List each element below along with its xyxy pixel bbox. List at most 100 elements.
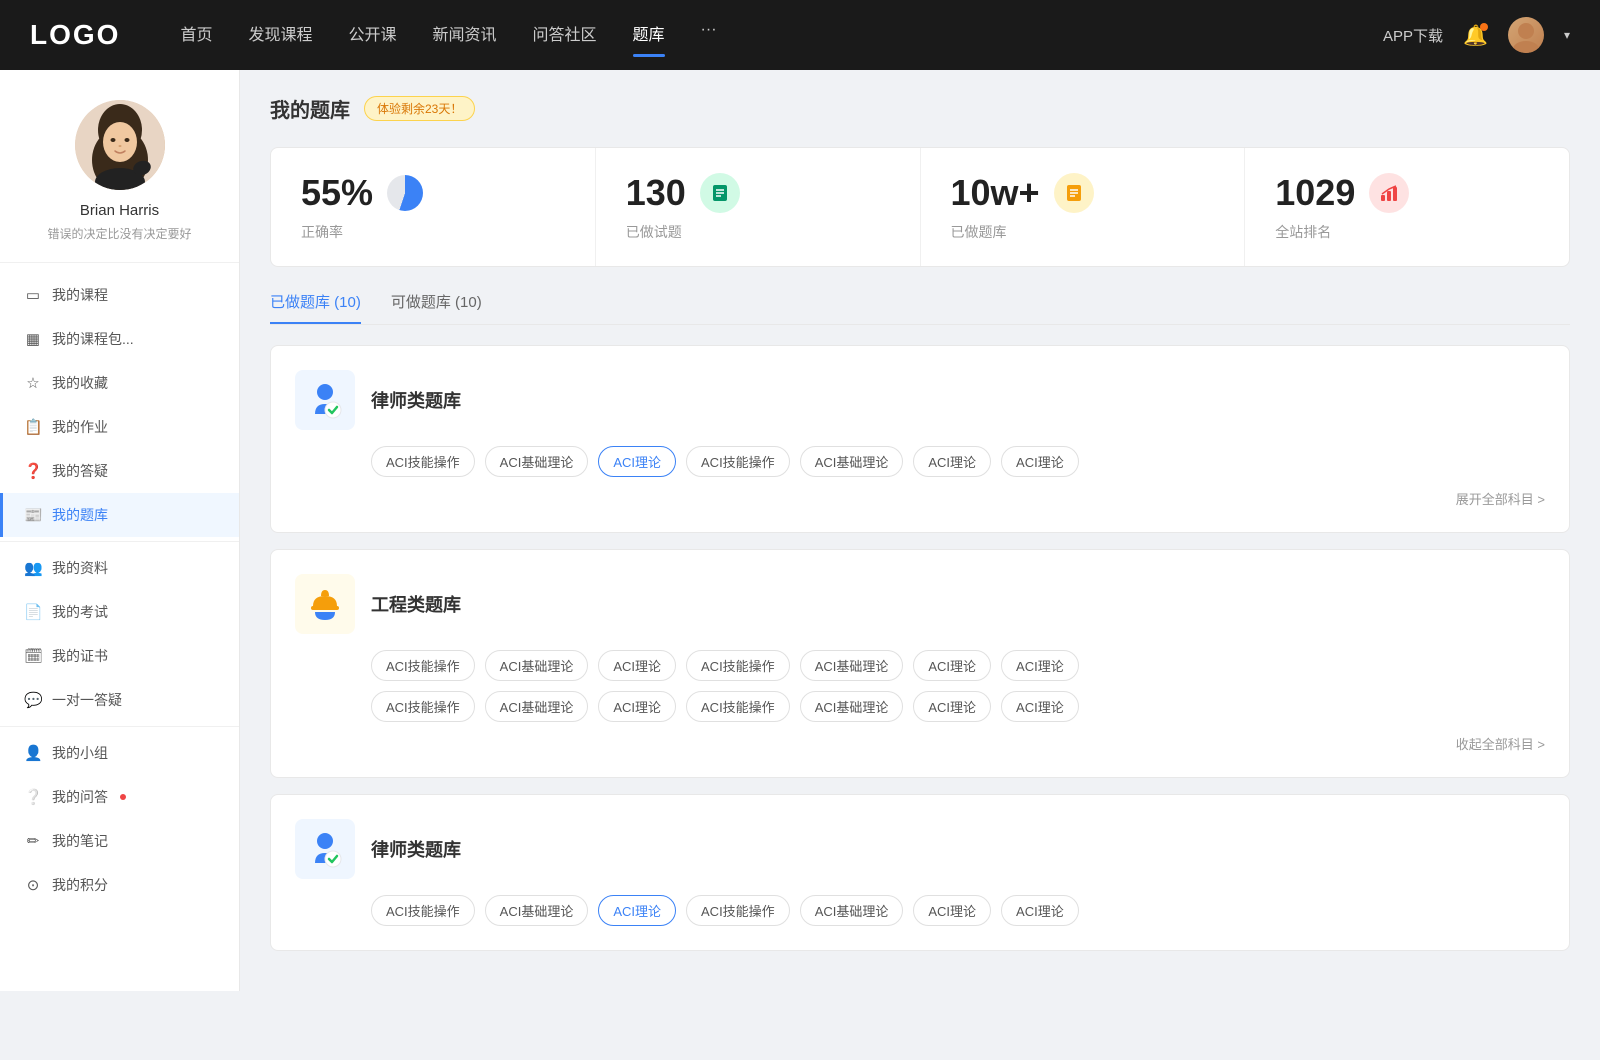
sidebar-item-quiz-bank[interactable]: 📰 我的题库 — [0, 493, 239, 537]
user-menu-chevron-icon[interactable]: ▾ — [1564, 28, 1570, 42]
quiz-bank-icon: 📰 — [24, 506, 42, 524]
sidebar-item-favorites[interactable]: ☆ 我的收藏 — [0, 361, 239, 405]
exams-icon: 📄 — [24, 603, 42, 621]
avatar-initials — [1508, 17, 1544, 53]
main-content: 我的题库 体验剩余23天！ 55% 正确率 130 已做试题 — [240, 70, 1600, 991]
tab-available-banks[interactable]: 可做题库 (10) — [391, 291, 482, 324]
notification-bell-icon[interactable]: 🔔 — [1463, 23, 1488, 48]
sidebar: Brian Harris 错误的决定比没有决定要好 ▭ 我的课程 ▦ 我的课程包… — [0, 70, 240, 991]
stats-row: 55% 正确率 130 已做试题 10w+ — [270, 147, 1570, 267]
bank-tag[interactable]: ACI基础理论 — [485, 895, 589, 926]
bank-icon-engineering — [295, 574, 355, 634]
nav-home[interactable]: 首页 — [180, 21, 212, 49]
sidebar-item-label: 我的作业 — [52, 417, 108, 437]
bank-tag[interactable]: ACI基础理论 — [485, 650, 589, 681]
bank-tag[interactable]: ACI理论 — [598, 691, 676, 722]
bank-card-header-lawyer-2: 律师类题库 — [295, 819, 1545, 879]
sidebar-item-label: 我的笔记 — [52, 831, 108, 851]
ranking-icon — [1369, 173, 1409, 213]
bank-tag[interactable]: ACI基础理论 — [485, 691, 589, 722]
nav-right: APP下载 🔔 ▾ — [1383, 17, 1570, 53]
navbar: LOGO 首页 发现课程 公开课 新闻资讯 问答社区 题库 ··· APP下载 … — [0, 0, 1600, 70]
sidebar-item-my-courses[interactable]: ▭ 我的课程 — [0, 273, 239, 317]
avatar[interactable] — [1508, 17, 1544, 53]
sidebar-item-materials[interactable]: 👥 我的资料 — [0, 546, 239, 590]
bank-tag[interactable]: ACI技能操作 — [686, 895, 790, 926]
bank-tag[interactable]: ACI理论 — [913, 895, 991, 926]
bank-title-engineering: 工程类题库 — [371, 591, 461, 617]
logo: LOGO — [30, 19, 120, 51]
stat-accuracy-label: 正确率 — [301, 222, 565, 242]
nav-news[interactable]: 新闻资讯 — [433, 21, 497, 49]
bank-tag[interactable]: ACI理论 — [1001, 650, 1079, 681]
bank-tag[interactable]: ACI技能操作 — [371, 691, 475, 722]
bank-tag[interactable]: ACI理论 — [1001, 691, 1079, 722]
accuracy-pie-chart — [387, 175, 423, 211]
bank-tag[interactable]: ACI理论 — [913, 691, 991, 722]
sidebar-item-label: 我的题库 — [52, 505, 108, 525]
my-qa-icon: ❔ — [24, 788, 42, 806]
bank-tag[interactable]: ACI理论 — [1001, 446, 1079, 477]
stat-accuracy: 55% 正确率 — [271, 148, 596, 266]
points-icon: ⊙ — [24, 876, 42, 894]
bank-tag[interactable]: ACI基础理论 — [800, 446, 904, 477]
sidebar-item-course-packages[interactable]: ▦ 我的课程包... — [0, 317, 239, 361]
stat-top: 55% — [301, 172, 565, 214]
bank-icon-lawyer — [295, 370, 355, 430]
groups-icon: 👤 — [24, 744, 42, 762]
sidebar-item-exams[interactable]: 📄 我的考试 — [0, 590, 239, 634]
bank-tag[interactable]: ACI技能操作 — [686, 650, 790, 681]
sidebar-item-label: 我的小组 — [52, 743, 108, 763]
stat-accuracy-value: 55% — [301, 172, 373, 214]
sidebar-item-points[interactable]: ⊙ 我的积分 — [0, 863, 239, 907]
bank-tag[interactable]: ACI技能操作 — [371, 446, 475, 477]
stat-top-2: 130 — [626, 172, 890, 214]
bank-tag[interactable]: ACI技能操作 — [371, 895, 475, 926]
profile-name: Brian Harris — [20, 202, 219, 219]
nav-qa[interactable]: 问答社区 — [533, 21, 597, 49]
nav-links: 首页 发现课程 公开课 新闻资讯 问答社区 题库 ··· — [180, 21, 1383, 49]
sidebar-item-my-qa[interactable]: ❔ 我的问答 — [0, 775, 239, 819]
nav-open-course[interactable]: 公开课 — [348, 21, 396, 49]
sidebar-item-label: 我的积分 — [52, 875, 108, 895]
sidebar-item-questions[interactable]: ❓ 我的答疑 — [0, 449, 239, 493]
collapse-link-engineering[interactable]: 收起全部科目 > — [1456, 734, 1545, 753]
sidebar-item-certificates[interactable]: 🗓 我的证书 — [0, 634, 239, 678]
bank-tag-active[interactable]: ACI理论 — [598, 895, 676, 926]
bank-tag[interactable]: ACI理论 — [913, 650, 991, 681]
bank-tag[interactable]: ACI理论 — [1001, 895, 1079, 926]
page-layout: Brian Harris 错误的决定比没有决定要好 ▭ 我的课程 ▦ 我的课程包… — [0, 70, 1600, 991]
stat-done-questions-label: 已做试题 — [626, 222, 890, 242]
bank-tags-engineering-row1: ACI技能操作 ACI基础理论 ACI理论 ACI技能操作 ACI基础理论 AC… — [295, 650, 1545, 681]
bank-tag[interactable]: ACI基础理论 — [800, 650, 904, 681]
bank-footer-engineering: 收起全部科目 > — [295, 734, 1545, 753]
sidebar-item-groups[interactable]: 👤 我的小组 — [0, 731, 239, 775]
bank-icon-lawyer-2 — [295, 819, 355, 879]
sidebar-item-homework[interactable]: 📋 我的作业 — [0, 405, 239, 449]
bank-tag[interactable]: ACI基础理论 — [485, 446, 589, 477]
profile-avatar — [75, 100, 165, 190]
bank-tag-active[interactable]: ACI理论 — [598, 446, 676, 477]
bank-footer-lawyer: 展开全部科目 > — [295, 489, 1545, 508]
bank-tag[interactable]: ACI基础理论 — [800, 895, 904, 926]
bank-tag[interactable]: ACI技能操作 — [686, 446, 790, 477]
nav-quiz[interactable]: 题库 — [633, 21, 665, 49]
stat-top-3: 10w+ — [951, 172, 1215, 214]
nav-more[interactable]: ··· — [701, 21, 717, 49]
bank-tag[interactable]: ACI理论 — [913, 446, 991, 477]
app-download-link[interactable]: APP下载 — [1383, 25, 1443, 46]
sidebar-item-tutoring[interactable]: 💬 一对一答疑 — [0, 678, 239, 722]
stat-done-banks-value: 10w+ — [951, 172, 1040, 214]
sidebar-divider-2 — [0, 726, 239, 727]
sidebar-item-notes[interactable]: ✏ 我的笔记 — [0, 819, 239, 863]
bank-tag[interactable]: ACI理论 — [598, 650, 676, 681]
stat-ranking-label: 全站排名 — [1275, 222, 1539, 242]
expand-link-lawyer[interactable]: 展开全部科目 > — [1456, 489, 1545, 508]
stat-ranking-value: 1029 — [1275, 172, 1355, 214]
bank-tag[interactable]: ACI基础理论 — [800, 691, 904, 722]
bank-tag[interactable]: ACI技能操作 — [371, 650, 475, 681]
tab-done-banks[interactable]: 已做题库 (10) — [270, 291, 361, 324]
nav-discover[interactable]: 发现课程 — [248, 21, 312, 49]
bank-card-lawyer-2: 律师类题库 ACI技能操作 ACI基础理论 ACI理论 ACI技能操作 ACI基… — [270, 794, 1570, 951]
bank-tag[interactable]: ACI技能操作 — [686, 691, 790, 722]
